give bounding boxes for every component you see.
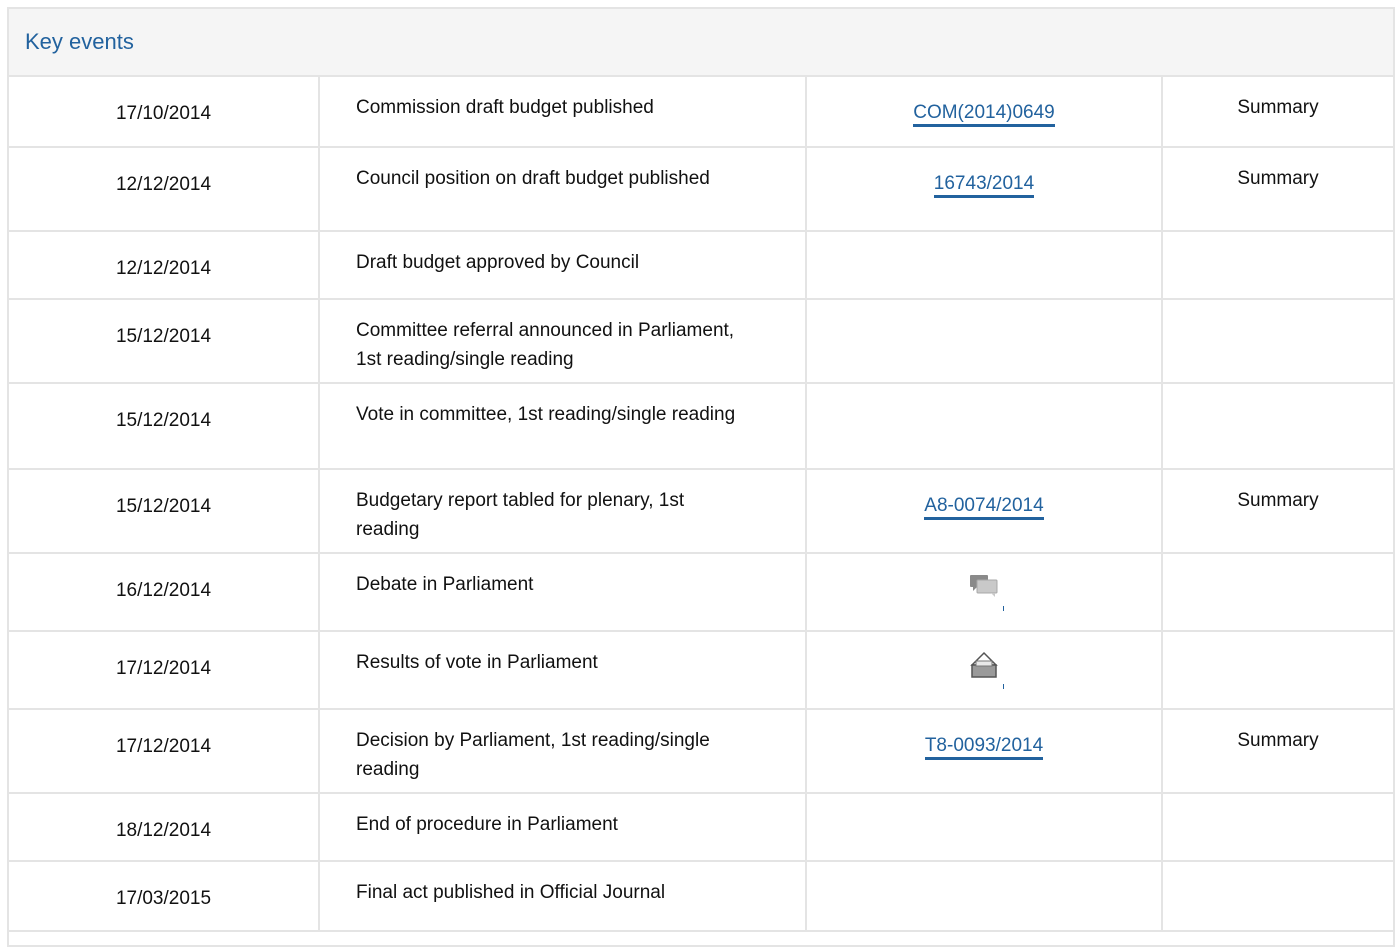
summary-cell: [1162, 553, 1393, 632]
event-description: Debate in Parliament: [319, 553, 807, 632]
summary-cell: [1162, 383, 1393, 470]
document-cell: [806, 553, 1163, 632]
table-row: 17/10/2014 Commission draft budget publi…: [9, 77, 1393, 148]
event-date: 18/12/2014: [9, 793, 320, 862]
panel-header: Key events: [9, 9, 1393, 77]
summary-link[interactable]: Summary: [1162, 709, 1393, 794]
document-cell: [806, 299, 1163, 384]
table-row: 16/12/2014 Debate in Parliament: [9, 553, 1393, 632]
event-date: 16/12/2014: [9, 553, 320, 632]
event-description: Draft budget approved by Council: [319, 231, 807, 300]
summary-cell: [1162, 299, 1393, 384]
table-row: 12/12/2014 Draft budget approved by Coun…: [9, 231, 1393, 300]
summary-link[interactable]: Summary: [1162, 77, 1393, 148]
document-cell: [806, 861, 1163, 932]
document-cell: A8-0074/2014: [806, 469, 1163, 554]
event-description: End of procedure in Parliament: [319, 793, 807, 862]
summary-link[interactable]: Summary: [1162, 469, 1393, 554]
document-link[interactable]: T8-0093/2014: [924, 735, 1044, 760]
event-date: 15/12/2014: [9, 469, 320, 554]
document-cell: [806, 383, 1163, 470]
debate-icon[interactable]: [966, 571, 1004, 611]
document-cell: [806, 793, 1163, 862]
event-description: Committee referral announced in Parliame…: [319, 299, 807, 384]
event-description: Decision by Parliament, 1st reading/sing…: [319, 709, 807, 794]
document-cell: [806, 631, 1163, 710]
event-date: 17/12/2014: [9, 631, 320, 710]
document-cell: COM(2014)0649: [806, 77, 1163, 148]
table-row: 15/12/2014 Vote in committee, 1st readin…: [9, 383, 1393, 470]
table-row: 17/12/2014 Decision by Parliament, 1st r…: [9, 709, 1393, 794]
event-description: Vote in committee, 1st reading/single re…: [319, 383, 807, 470]
panel-title: Key events: [25, 29, 134, 54]
summary-cell: [1162, 793, 1393, 862]
summary-cell: [1162, 861, 1393, 932]
event-description: Final act published in Official Journal: [319, 861, 807, 932]
event-description: Budgetary report tabled for plenary, 1st…: [319, 469, 807, 554]
document-link[interactable]: 16743/2014: [933, 173, 1035, 198]
table-row: 15/12/2014 Budgetary report tabled for p…: [9, 469, 1393, 554]
table-row: 15/12/2014 Committee referral announced …: [9, 299, 1393, 384]
event-date: 15/12/2014: [9, 383, 320, 470]
key-events-panel: Key events 17/10/2014 Commission draft b…: [7, 7, 1395, 947]
table-row: 17/03/2015 Final act published in Offici…: [9, 861, 1393, 932]
document-cell: 16743/2014: [806, 147, 1163, 232]
event-description: Council position on draft budget publish…: [319, 147, 807, 232]
document-cell: T8-0093/2014: [806, 709, 1163, 794]
document-link[interactable]: COM(2014)0649: [913, 102, 1055, 127]
event-description: Commission draft budget published: [319, 77, 807, 148]
event-date: 17/12/2014: [9, 709, 320, 794]
document-cell: [806, 231, 1163, 300]
summary-link[interactable]: Summary: [1162, 147, 1393, 232]
event-description: Results of vote in Parliament: [319, 631, 807, 710]
event-date: 15/12/2014: [9, 299, 320, 384]
vote-results-icon[interactable]: [966, 649, 1004, 689]
event-date: 17/03/2015: [9, 861, 320, 932]
summary-cell: [1162, 631, 1393, 710]
event-date: 12/12/2014: [9, 231, 320, 300]
document-link[interactable]: A8-0074/2014: [924, 495, 1044, 520]
table-row: 18/12/2014 End of procedure in Parliamen…: [9, 793, 1393, 862]
event-date: 17/10/2014: [9, 77, 320, 148]
table-row: 17/12/2014 Results of vote in Parliament: [9, 631, 1393, 710]
table-row: 12/12/2014 Council position on draft bud…: [9, 147, 1393, 232]
event-date: 12/12/2014: [9, 147, 320, 232]
key-events-table: 17/10/2014 Commission draft budget publi…: [9, 77, 1393, 932]
summary-cell: [1162, 231, 1393, 300]
